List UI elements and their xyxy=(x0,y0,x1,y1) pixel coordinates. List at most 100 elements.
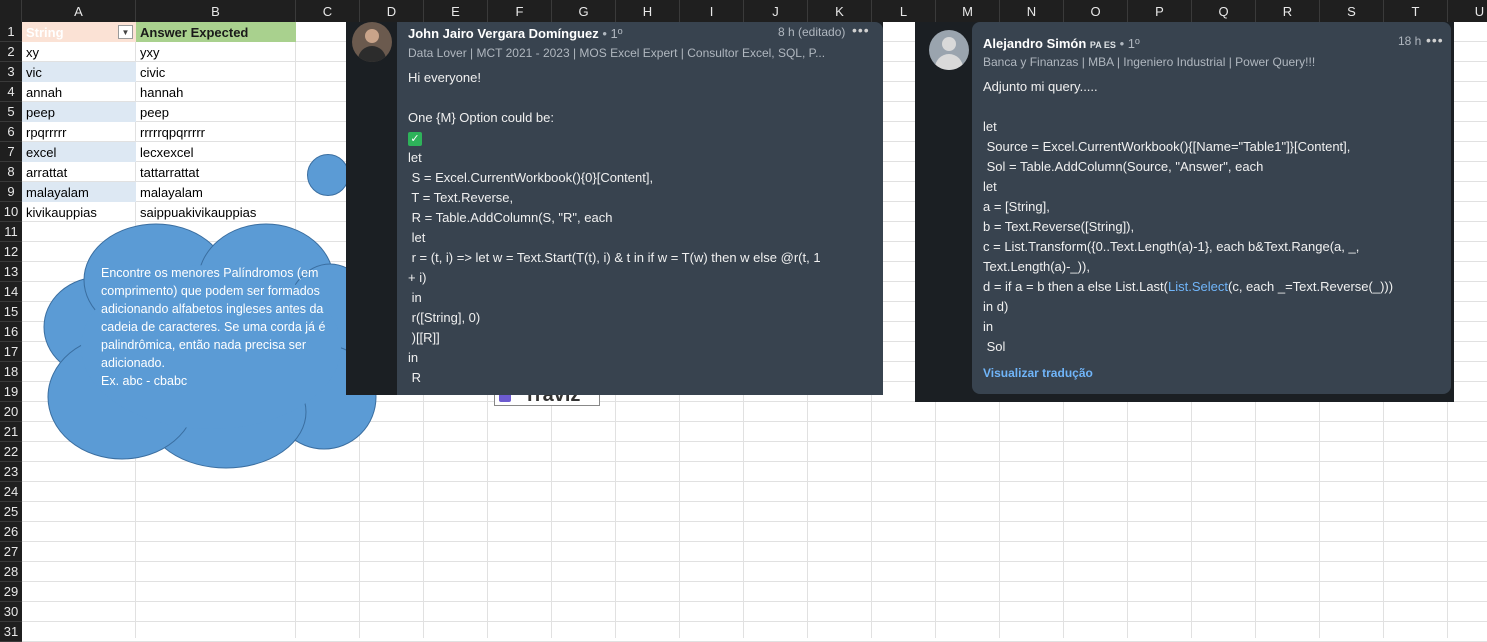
column-header-i[interactable]: I xyxy=(680,0,744,22)
row-header-6[interactable]: 6 xyxy=(0,122,22,142)
column-header-d[interactable]: D xyxy=(360,0,424,22)
more-options-icon[interactable]: ••• xyxy=(1426,32,1444,48)
row-header-3[interactable]: 3 xyxy=(0,62,22,82)
translate-link[interactable]: Visualizar tradução xyxy=(983,366,1093,380)
table-cell-string[interactable]: kivikauppias xyxy=(22,202,136,222)
comment-time: 18 h xyxy=(1398,34,1422,48)
column-header-t[interactable]: T xyxy=(1384,0,1448,22)
column-header-n[interactable]: N xyxy=(1000,0,1064,22)
row-header-29[interactable]: 29 xyxy=(0,582,22,602)
row-header-9[interactable]: 9 xyxy=(0,182,22,202)
row-header-12[interactable]: 12 xyxy=(0,242,22,262)
table-cell-answer[interactable]: malayalam xyxy=(136,182,296,202)
table-cell-string[interactable]: annah xyxy=(22,82,136,102)
column-header-o[interactable]: O xyxy=(1064,0,1128,22)
row-header-2[interactable]: 2 xyxy=(0,42,22,62)
table-cell-string[interactable]: peep xyxy=(22,102,136,122)
column-header-g[interactable]: G xyxy=(552,0,616,22)
comment-card-alejandro: Alejandro Simón PA ES • 1º 18 h ••• Banc… xyxy=(915,22,1454,402)
row-header-26[interactable]: 26 xyxy=(0,522,22,542)
column-header-k[interactable]: K xyxy=(808,0,872,22)
row-header-11[interactable]: 11 xyxy=(0,222,22,242)
row-header-28[interactable]: 28 xyxy=(0,562,22,582)
row-header-10[interactable]: 10 xyxy=(0,202,22,222)
table-cell-answer[interactable]: yxy xyxy=(136,42,296,62)
column-header-r[interactable]: R xyxy=(1256,0,1320,22)
column-header-e[interactable]: E xyxy=(424,0,488,22)
avatar[interactable] xyxy=(929,30,969,70)
table-cell-answer[interactable]: hannah xyxy=(136,82,296,102)
header-cell-answer-expected[interactable]: Answer Expected xyxy=(136,22,296,42)
author-name[interactable]: John Jairo Vergara Domínguez • 1º xyxy=(408,26,623,41)
row-header-19[interactable]: 19 xyxy=(0,382,22,402)
row-header-22[interactable]: 22 xyxy=(0,442,22,462)
table-cell-answer[interactable]: tattarrattat xyxy=(136,162,296,182)
column-header-q[interactable]: Q xyxy=(1192,0,1256,22)
select-all-corner[interactable] xyxy=(0,0,22,22)
comment-code: let S = Excel.CurrentWorkbook(){0}[Conte… xyxy=(408,150,821,385)
row-header-27[interactable]: 27 xyxy=(0,542,22,562)
column-header-j[interactable]: J xyxy=(744,0,808,22)
cloud-callout-text: Encontre os menores Palíndromos (em comp… xyxy=(101,266,326,388)
row-header-24[interactable]: 24 xyxy=(0,482,22,502)
comment-body: Adjunto mi query..... let Source = Excel… xyxy=(983,77,1393,357)
author-headline: Data Lover | MCT 2021 - 2023 | MOS Excel… xyxy=(408,46,826,60)
row-header-4[interactable]: 4 xyxy=(0,82,22,102)
hashtag-link[interactable]: List.Select xyxy=(1168,279,1228,294)
column-header-l[interactable]: L xyxy=(872,0,936,22)
table-cell-string[interactable]: arrattat xyxy=(22,162,136,182)
row-header-31[interactable]: 31 xyxy=(0,622,22,642)
row-header-25[interactable]: 25 xyxy=(0,502,22,522)
comment-bubble: John Jairo Vergara Domínguez • 1º 8 h (e… xyxy=(397,22,883,395)
row-header-30[interactable]: 30 xyxy=(0,602,22,622)
gridline xyxy=(22,561,1487,562)
column-header-m[interactable]: M xyxy=(936,0,1000,22)
column-header-p[interactable]: P xyxy=(1128,0,1192,22)
author-name[interactable]: Alejandro Simón PA ES • 1º xyxy=(983,36,1140,51)
more-options-icon[interactable]: ••• xyxy=(852,22,870,38)
table-cell-string[interactable]: rpqrrrrr xyxy=(22,122,136,142)
row-header-20[interactable]: 20 xyxy=(0,402,22,422)
connection-degree: • 1º xyxy=(602,26,623,41)
table-cell-answer[interactable]: lecxexcel xyxy=(136,142,296,162)
table-cell-answer[interactable]: saippuakivikauppias xyxy=(136,202,296,222)
circle-shape[interactable] xyxy=(307,154,349,196)
row-header-14[interactable]: 14 xyxy=(0,282,22,302)
row-header-17[interactable]: 17 xyxy=(0,342,22,362)
column-header-u[interactable]: U xyxy=(1448,0,1487,22)
table-cell-string[interactable]: xy xyxy=(22,42,136,62)
row-header-5[interactable]: 5 xyxy=(0,102,22,122)
row-header-23[interactable]: 23 xyxy=(0,462,22,482)
row-header-18[interactable]: 18 xyxy=(0,362,22,382)
column-header-c[interactable]: C xyxy=(296,0,360,22)
country-flags: PA ES xyxy=(1089,40,1116,50)
author-headline: Banca y Finanzas | MBA | Ingeniero Indus… xyxy=(983,55,1316,69)
row-header-8[interactable]: 8 xyxy=(0,162,22,182)
column-header-a[interactable]: A xyxy=(22,0,136,22)
gridline xyxy=(22,581,1487,582)
column-header-f[interactable]: F xyxy=(488,0,552,22)
comment-card-john: John Jairo Vergara Domínguez • 1º 8 h (e… xyxy=(346,22,883,395)
column-header-s[interactable]: S xyxy=(1320,0,1384,22)
avatar[interactable] xyxy=(352,22,392,62)
row-header-21[interactable]: 21 xyxy=(0,422,22,442)
gridline xyxy=(22,621,1487,622)
comment-code-part1: let Source = Excel.CurrentWorkbook(){[Na… xyxy=(983,119,1360,294)
column-header-h[interactable]: H xyxy=(616,0,680,22)
row-header-13[interactable]: 13 xyxy=(0,262,22,282)
gridline xyxy=(22,601,1487,602)
table-cell-answer[interactable]: rrrrrqpqrrrrr xyxy=(136,122,296,142)
filter-dropdown-icon[interactable]: ▼ xyxy=(118,25,133,39)
row-header-16[interactable]: 16 xyxy=(0,322,22,342)
table-cell-string[interactable]: excel xyxy=(22,142,136,162)
table-cell-answer[interactable]: civic xyxy=(136,62,296,82)
table-cell-string[interactable]: vic xyxy=(22,62,136,82)
table-cell-string[interactable]: malayalam xyxy=(22,182,136,202)
table-cell-answer[interactable]: peep xyxy=(136,102,296,122)
row-header-1[interactable]: 1 xyxy=(0,22,22,42)
row-header-7[interactable]: 7 xyxy=(0,142,22,162)
column-header-b[interactable]: B xyxy=(136,0,296,22)
author-name-text[interactable]: Alejandro Simón xyxy=(983,36,1086,51)
row-header-15[interactable]: 15 xyxy=(0,302,22,322)
author-name-text[interactable]: John Jairo Vergara Domínguez xyxy=(408,26,599,41)
